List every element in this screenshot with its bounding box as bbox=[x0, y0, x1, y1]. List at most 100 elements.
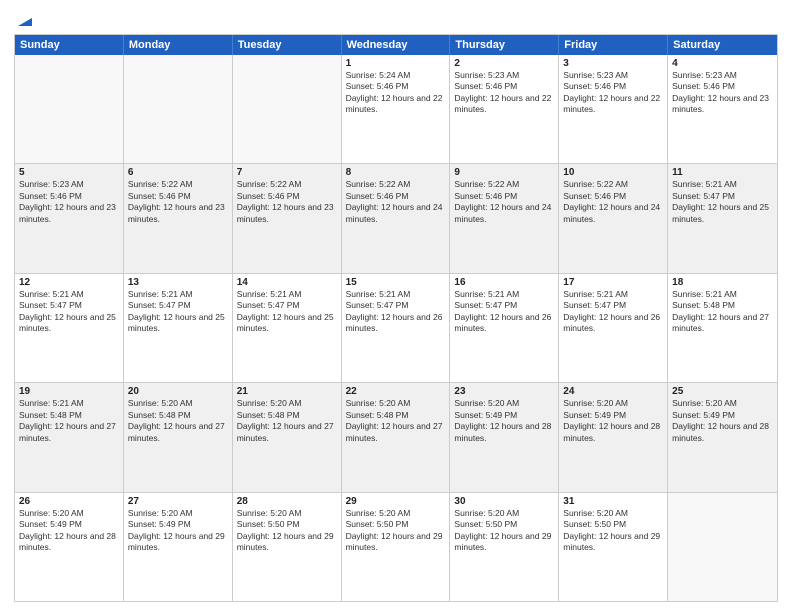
day-number: 10 bbox=[563, 167, 663, 178]
header-day-thursday: Thursday bbox=[450, 35, 559, 55]
logo bbox=[14, 10, 34, 28]
cell-info: Sunrise: 5:21 AMSunset: 5:48 PMDaylight:… bbox=[19, 398, 119, 444]
calendar-cell: 20Sunrise: 5:20 AMSunset: 5:48 PMDayligh… bbox=[124, 383, 233, 491]
day-number: 8 bbox=[346, 167, 446, 178]
day-number: 24 bbox=[563, 386, 663, 397]
calendar-cell: 31Sunrise: 5:20 AMSunset: 5:50 PMDayligh… bbox=[559, 493, 668, 601]
calendar-cell: 28Sunrise: 5:20 AMSunset: 5:50 PMDayligh… bbox=[233, 493, 342, 601]
calendar-cell: 10Sunrise: 5:22 AMSunset: 5:46 PMDayligh… bbox=[559, 164, 668, 272]
calendar-cell: 14Sunrise: 5:21 AMSunset: 5:47 PMDayligh… bbox=[233, 274, 342, 382]
calendar-cell: 24Sunrise: 5:20 AMSunset: 5:49 PMDayligh… bbox=[559, 383, 668, 491]
day-number: 1 bbox=[346, 58, 446, 69]
day-number: 2 bbox=[454, 58, 554, 69]
header-day-monday: Monday bbox=[124, 35, 233, 55]
calendar-cell: 29Sunrise: 5:20 AMSunset: 5:50 PMDayligh… bbox=[342, 493, 451, 601]
day-number: 6 bbox=[128, 167, 228, 178]
day-number: 26 bbox=[19, 496, 119, 507]
calendar: SundayMondayTuesdayWednesdayThursdayFrid… bbox=[14, 34, 778, 602]
day-number: 23 bbox=[454, 386, 554, 397]
calendar-row-2: 5Sunrise: 5:23 AMSunset: 5:46 PMDaylight… bbox=[15, 163, 777, 272]
cell-info: Sunrise: 5:20 AMSunset: 5:49 PMDaylight:… bbox=[128, 508, 228, 554]
day-number: 27 bbox=[128, 496, 228, 507]
cell-info: Sunrise: 5:20 AMSunset: 5:48 PMDaylight:… bbox=[346, 398, 446, 444]
cell-info: Sunrise: 5:21 AMSunset: 5:47 PMDaylight:… bbox=[672, 179, 773, 225]
cell-info: Sunrise: 5:22 AMSunset: 5:46 PMDaylight:… bbox=[237, 179, 337, 225]
cell-info: Sunrise: 5:23 AMSunset: 5:46 PMDaylight:… bbox=[563, 70, 663, 116]
calendar-cell: 11Sunrise: 5:21 AMSunset: 5:47 PMDayligh… bbox=[668, 164, 777, 272]
cell-info: Sunrise: 5:20 AMSunset: 5:48 PMDaylight:… bbox=[237, 398, 337, 444]
cell-info: Sunrise: 5:20 AMSunset: 5:48 PMDaylight:… bbox=[128, 398, 228, 444]
cell-info: Sunrise: 5:21 AMSunset: 5:47 PMDaylight:… bbox=[454, 289, 554, 335]
logo-triangle-icon bbox=[16, 10, 34, 28]
day-number: 9 bbox=[454, 167, 554, 178]
day-number: 28 bbox=[237, 496, 337, 507]
calendar-cell bbox=[124, 55, 233, 163]
cell-info: Sunrise: 5:21 AMSunset: 5:48 PMDaylight:… bbox=[672, 289, 773, 335]
page: SundayMondayTuesdayWednesdayThursdayFrid… bbox=[0, 0, 792, 612]
cell-info: Sunrise: 5:20 AMSunset: 5:50 PMDaylight:… bbox=[563, 508, 663, 554]
cell-info: Sunrise: 5:20 AMSunset: 5:50 PMDaylight:… bbox=[454, 508, 554, 554]
calendar-cell: 27Sunrise: 5:20 AMSunset: 5:49 PMDayligh… bbox=[124, 493, 233, 601]
cell-info: Sunrise: 5:20 AMSunset: 5:49 PMDaylight:… bbox=[454, 398, 554, 444]
calendar-cell: 5Sunrise: 5:23 AMSunset: 5:46 PMDaylight… bbox=[15, 164, 124, 272]
day-number: 21 bbox=[237, 386, 337, 397]
calendar-cell bbox=[668, 493, 777, 601]
header-day-wednesday: Wednesday bbox=[342, 35, 451, 55]
cell-info: Sunrise: 5:20 AMSunset: 5:49 PMDaylight:… bbox=[672, 398, 773, 444]
cell-info: Sunrise: 5:20 AMSunset: 5:49 PMDaylight:… bbox=[563, 398, 663, 444]
calendar-header: SundayMondayTuesdayWednesdayThursdayFrid… bbox=[15, 35, 777, 55]
header-day-sunday: Sunday bbox=[15, 35, 124, 55]
day-number: 7 bbox=[237, 167, 337, 178]
calendar-cell: 13Sunrise: 5:21 AMSunset: 5:47 PMDayligh… bbox=[124, 274, 233, 382]
day-number: 22 bbox=[346, 386, 446, 397]
calendar-cell: 1Sunrise: 5:24 AMSunset: 5:46 PMDaylight… bbox=[342, 55, 451, 163]
cell-info: Sunrise: 5:22 AMSunset: 5:46 PMDaylight:… bbox=[563, 179, 663, 225]
calendar-cell bbox=[15, 55, 124, 163]
calendar-cell: 4Sunrise: 5:23 AMSunset: 5:46 PMDaylight… bbox=[668, 55, 777, 163]
cell-info: Sunrise: 5:21 AMSunset: 5:47 PMDaylight:… bbox=[19, 289, 119, 335]
calendar-cell: 12Sunrise: 5:21 AMSunset: 5:47 PMDayligh… bbox=[15, 274, 124, 382]
calendar-cell: 16Sunrise: 5:21 AMSunset: 5:47 PMDayligh… bbox=[450, 274, 559, 382]
cell-info: Sunrise: 5:21 AMSunset: 5:47 PMDaylight:… bbox=[346, 289, 446, 335]
day-number: 12 bbox=[19, 277, 119, 288]
day-number: 13 bbox=[128, 277, 228, 288]
calendar-cell: 19Sunrise: 5:21 AMSunset: 5:48 PMDayligh… bbox=[15, 383, 124, 491]
day-number: 3 bbox=[563, 58, 663, 69]
calendar-row-5: 26Sunrise: 5:20 AMSunset: 5:49 PMDayligh… bbox=[15, 492, 777, 601]
cell-info: Sunrise: 5:21 AMSunset: 5:47 PMDaylight:… bbox=[128, 289, 228, 335]
calendar-cell: 18Sunrise: 5:21 AMSunset: 5:48 PMDayligh… bbox=[668, 274, 777, 382]
day-number: 16 bbox=[454, 277, 554, 288]
calendar-row-1: 1Sunrise: 5:24 AMSunset: 5:46 PMDaylight… bbox=[15, 55, 777, 163]
cell-info: Sunrise: 5:24 AMSunset: 5:46 PMDaylight:… bbox=[346, 70, 446, 116]
cell-info: Sunrise: 5:22 AMSunset: 5:46 PMDaylight:… bbox=[128, 179, 228, 225]
day-number: 18 bbox=[672, 277, 773, 288]
cell-info: Sunrise: 5:22 AMSunset: 5:46 PMDaylight:… bbox=[346, 179, 446, 225]
cell-info: Sunrise: 5:23 AMSunset: 5:46 PMDaylight:… bbox=[19, 179, 119, 225]
calendar-cell: 30Sunrise: 5:20 AMSunset: 5:50 PMDayligh… bbox=[450, 493, 559, 601]
calendar-cell: 15Sunrise: 5:21 AMSunset: 5:47 PMDayligh… bbox=[342, 274, 451, 382]
calendar-cell: 23Sunrise: 5:20 AMSunset: 5:49 PMDayligh… bbox=[450, 383, 559, 491]
calendar-cell: 17Sunrise: 5:21 AMSunset: 5:47 PMDayligh… bbox=[559, 274, 668, 382]
calendar-cell: 3Sunrise: 5:23 AMSunset: 5:46 PMDaylight… bbox=[559, 55, 668, 163]
calendar-cell: 9Sunrise: 5:22 AMSunset: 5:46 PMDaylight… bbox=[450, 164, 559, 272]
calendar-body: 1Sunrise: 5:24 AMSunset: 5:46 PMDaylight… bbox=[15, 55, 777, 601]
day-number: 17 bbox=[563, 277, 663, 288]
day-number: 31 bbox=[563, 496, 663, 507]
cell-info: Sunrise: 5:21 AMSunset: 5:47 PMDaylight:… bbox=[563, 289, 663, 335]
calendar-cell: 22Sunrise: 5:20 AMSunset: 5:48 PMDayligh… bbox=[342, 383, 451, 491]
cell-info: Sunrise: 5:23 AMSunset: 5:46 PMDaylight:… bbox=[454, 70, 554, 116]
calendar-cell: 7Sunrise: 5:22 AMSunset: 5:46 PMDaylight… bbox=[233, 164, 342, 272]
cell-info: Sunrise: 5:20 AMSunset: 5:49 PMDaylight:… bbox=[19, 508, 119, 554]
cell-info: Sunrise: 5:20 AMSunset: 5:50 PMDaylight:… bbox=[346, 508, 446, 554]
calendar-cell: 8Sunrise: 5:22 AMSunset: 5:46 PMDaylight… bbox=[342, 164, 451, 272]
calendar-cell: 26Sunrise: 5:20 AMSunset: 5:49 PMDayligh… bbox=[15, 493, 124, 601]
day-number: 4 bbox=[672, 58, 773, 69]
day-number: 15 bbox=[346, 277, 446, 288]
day-number: 14 bbox=[237, 277, 337, 288]
day-number: 11 bbox=[672, 167, 773, 178]
cell-info: Sunrise: 5:22 AMSunset: 5:46 PMDaylight:… bbox=[454, 179, 554, 225]
day-number: 20 bbox=[128, 386, 228, 397]
header-day-tuesday: Tuesday bbox=[233, 35, 342, 55]
calendar-cell: 21Sunrise: 5:20 AMSunset: 5:48 PMDayligh… bbox=[233, 383, 342, 491]
day-number: 25 bbox=[672, 386, 773, 397]
